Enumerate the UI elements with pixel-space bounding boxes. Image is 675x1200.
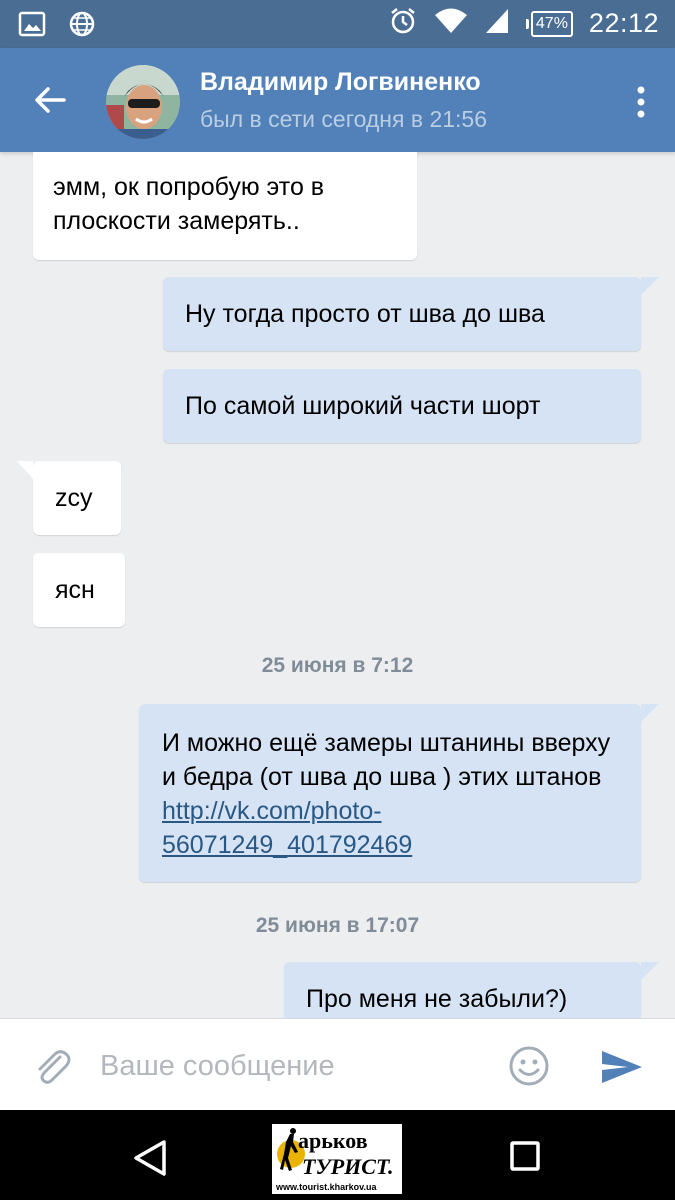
watermark-url: www.tourist.kharkov.ua [276, 1182, 377, 1192]
message-composer [0, 1018, 675, 1111]
wifi-icon [434, 7, 468, 40]
chat-header: Владимир Логвиненко был в сети сегодня в… [0, 48, 675, 152]
clock: 22:12 [588, 8, 659, 38]
message-input[interactable] [98, 1039, 482, 1093]
attach-button[interactable] [30, 1045, 74, 1089]
back-button[interactable] [28, 78, 72, 122]
paperclip-icon [38, 1050, 71, 1084]
gallery-notification-icon [18, 10, 46, 43]
message-text: И можно ещё замеры штанины вверху и бедр… [162, 729, 611, 791]
watermark-logo: арьков ТУРИСТ. www.tourist.kharkov.ua [270, 1122, 404, 1196]
triangle-back-icon [134, 1140, 166, 1176]
alarm-icon [388, 6, 418, 41]
message-outgoing[interactable]: По самой широкий части шорт [163, 369, 641, 443]
message-text: zcy [55, 484, 93, 512]
more-menu-button[interactable] [631, 82, 651, 122]
message-text: эмм, ок попробую это в плоскости замерят… [53, 173, 325, 235]
date-separator: 25 июня в 17:07 [255, 914, 420, 937]
smiley-icon [509, 1046, 549, 1086]
send-button[interactable] [598, 1045, 646, 1089]
message-text: Про меня не забыли?) [306, 985, 568, 1013]
message-text: По самой широкий части шорт [185, 392, 541, 420]
watermark-line2: ТУРИСТ. [302, 1154, 394, 1179]
status-bar: 47% 22:12 [0, 0, 675, 48]
date-separator: 25 июня в 7:12 [261, 654, 414, 677]
message-incoming[interactable]: zcy [17, 461, 121, 535]
message-outgoing[interactable]: Про меня не забыли?) [284, 962, 659, 1018]
square-recents-icon [510, 1141, 540, 1171]
message-incoming[interactable]: ясн [33, 553, 125, 627]
globe-icon [68, 10, 96, 43]
watermark-line1: арьков [298, 1128, 368, 1153]
message-list[interactable]: эмм, ок попробую это в плоскости замерят… [0, 152, 675, 1018]
more-vertical-icon [637, 86, 645, 118]
message-text: Ну тогда просто от шва до шва [185, 300, 545, 328]
emoji-button[interactable] [506, 1043, 552, 1089]
contact-name[interactable]: Владимир Логвиненко [200, 68, 481, 97]
battery-indicator: 47% [525, 10, 573, 37]
message-outgoing[interactable]: Ну тогда просто от шва до шва [163, 277, 659, 351]
system-nav-bar: арьков ТУРИСТ. www.tourist.kharkov.ua [0, 1110, 675, 1200]
message-text: ясн [55, 576, 95, 604]
last-seen-status: был в сети сегодня в 21:56 [200, 106, 488, 132]
arrow-left-icon [35, 87, 66, 113]
avatar[interactable] [106, 65, 180, 139]
message-outgoing[interactable]: И можно ещё замеры штанины вверху и бедр… [139, 704, 659, 882]
message-incoming[interactable]: эмм, ок попробую это в плоскости замерят… [33, 152, 417, 260]
nav-back-button[interactable] [130, 1138, 172, 1178]
signal-icon [484, 7, 510, 40]
message-link[interactable]: http://vk.com/photo-56071249_401792469 [162, 797, 412, 859]
send-icon [602, 1051, 642, 1083]
battery-percent: 47% [530, 10, 573, 37]
nav-recents-button[interactable] [509, 1140, 541, 1172]
